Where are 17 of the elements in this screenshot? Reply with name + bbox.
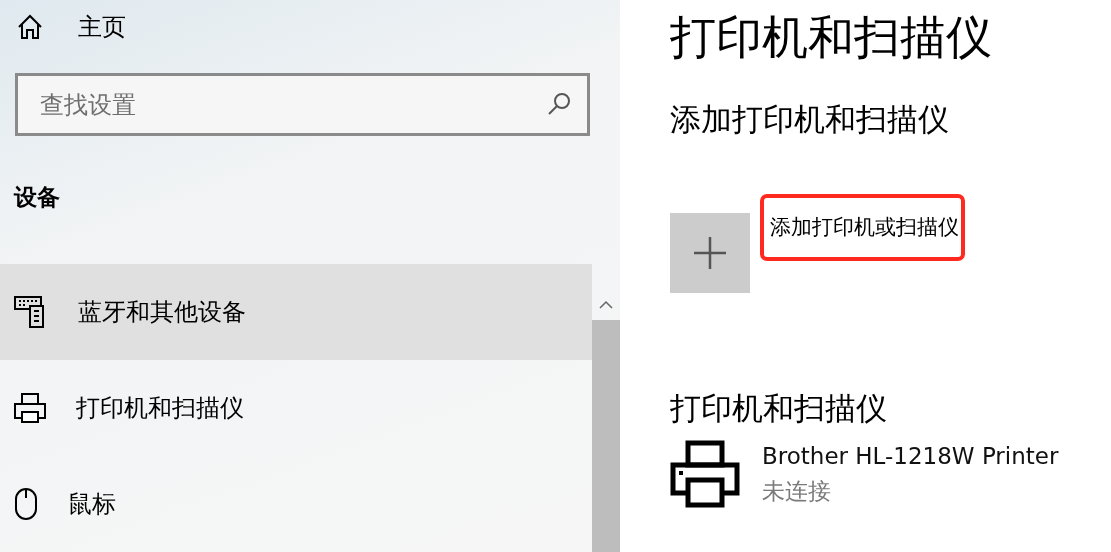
scroll-up-icon[interactable] (599, 300, 613, 310)
device-status: 未连接 (762, 476, 832, 506)
home-icon[interactable] (16, 12, 44, 41)
nav-item[interactable]: 打印机和扫描仪 (0, 360, 592, 456)
device-name[interactable]: Brother HL-1218W Printer (762, 439, 1059, 474)
page-title: 打印机和扫描仪 (670, 10, 992, 64)
section-title: 设备 (14, 184, 60, 211)
mouse-icon (14, 487, 38, 521)
section-heading: 添加打印机和扫描仪 (670, 101, 949, 137)
nav-item[interactable]: 鼠标 (0, 456, 592, 552)
section-heading: 打印机和扫描仪 (670, 389, 887, 426)
search-field[interactable]: 查找设置 (15, 73, 590, 137)
printer-icon (670, 439, 740, 508)
home-link[interactable]: 主页 (78, 8, 126, 45)
nav-item[interactable]: 蓝牙和其他设备 (0, 264, 592, 360)
printer-icon (14, 392, 46, 424)
plus-icon (693, 235, 727, 270)
